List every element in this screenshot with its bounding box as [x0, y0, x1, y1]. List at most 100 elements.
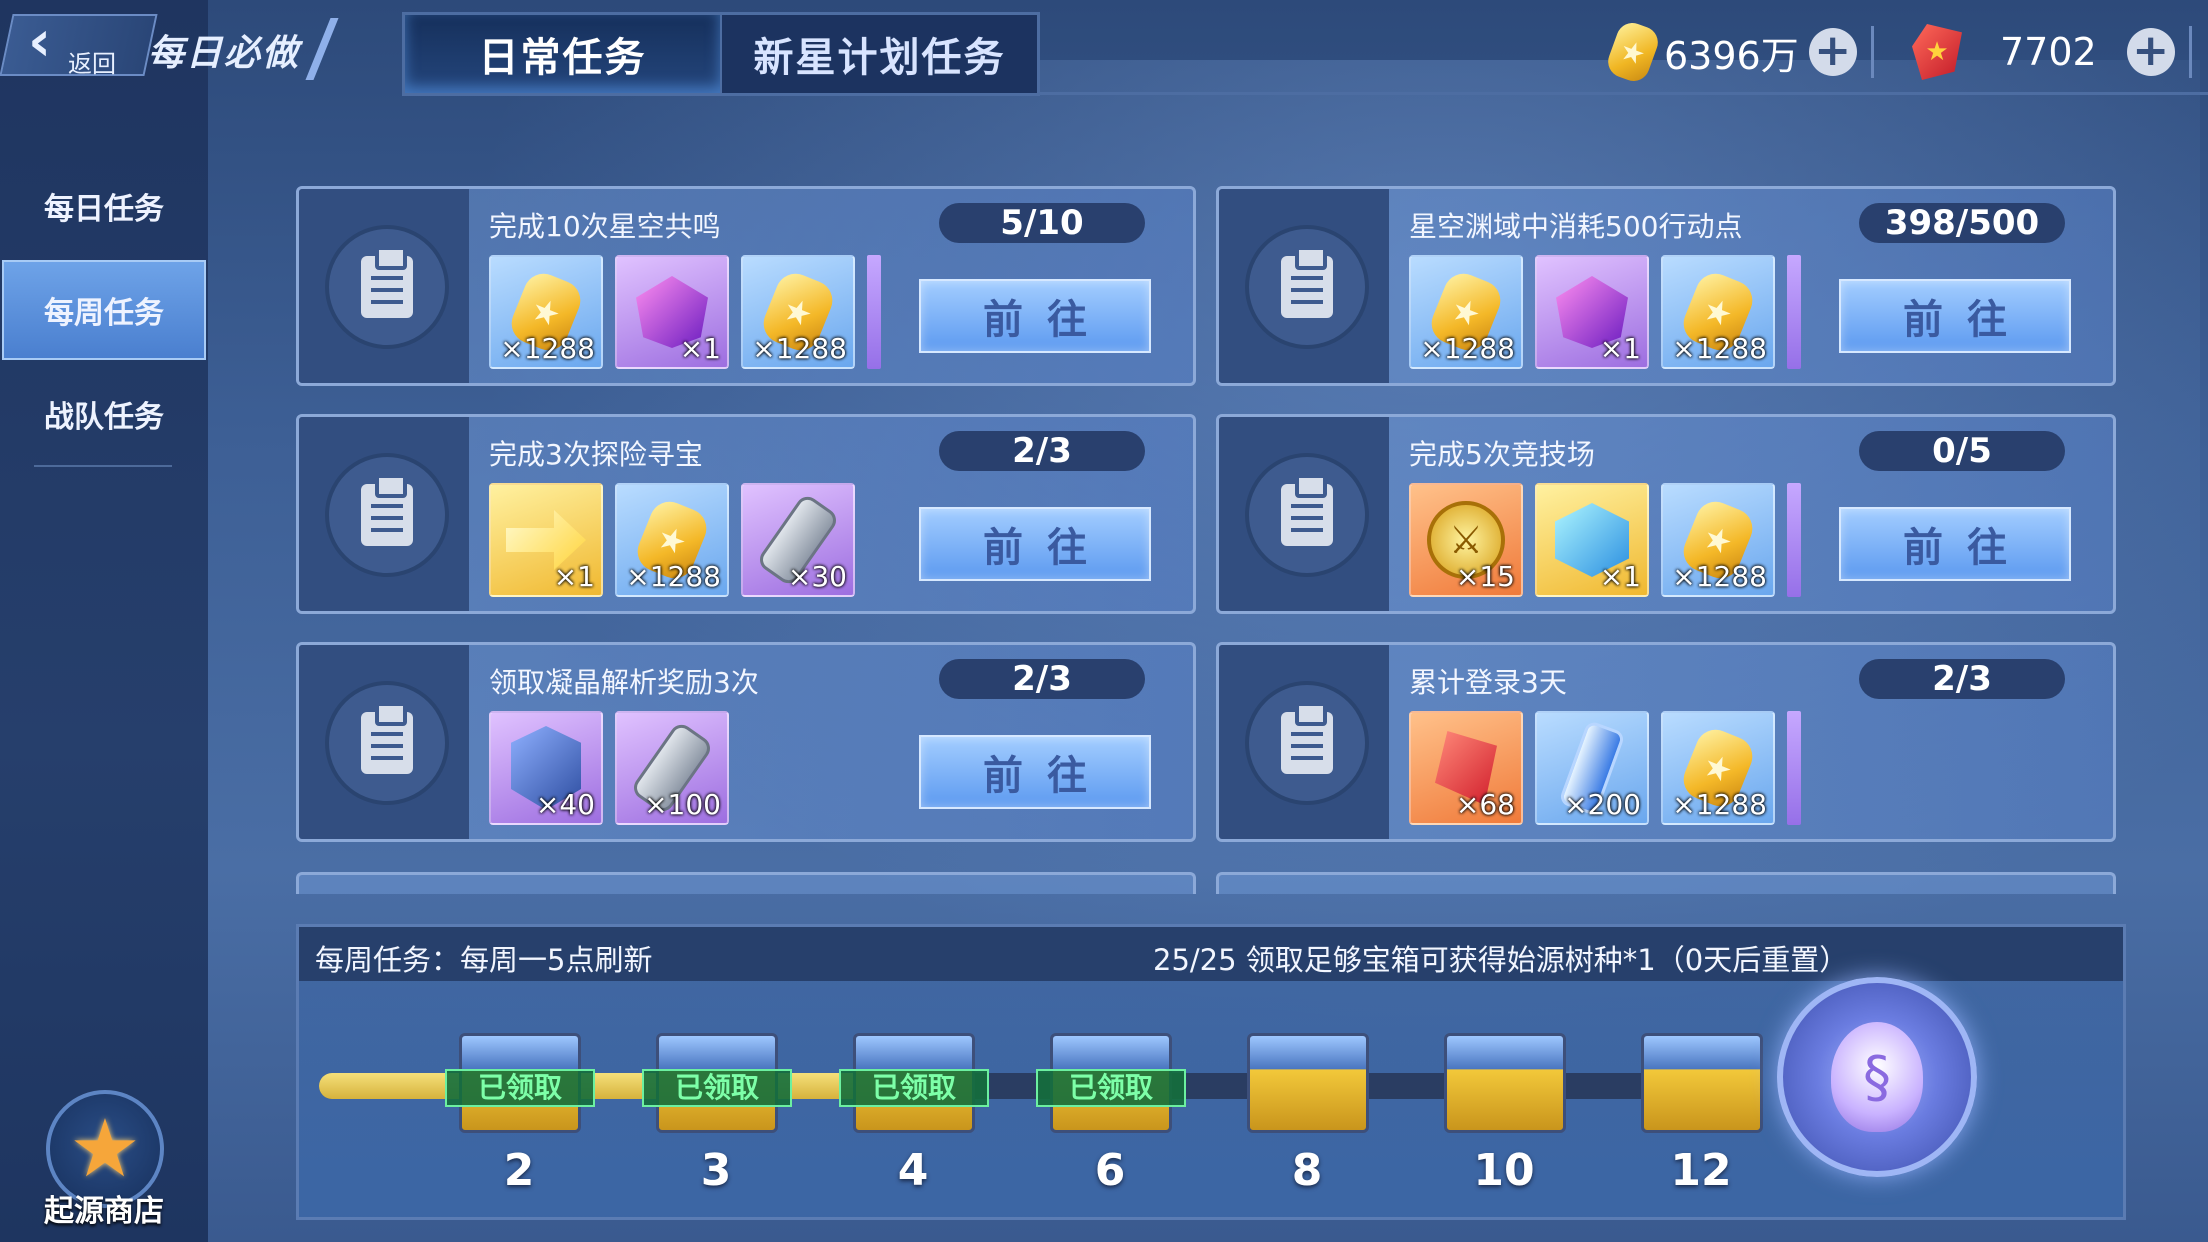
reward-item[interactable]: ★ ×1288 — [489, 255, 603, 369]
reward-item[interactable]: ★ ×1288 — [1409, 255, 1523, 369]
reward-item[interactable]: ×1 — [1535, 255, 1649, 369]
reward-item[interactable]: ★ ×1288 — [741, 255, 855, 369]
chest-threshold: 8 — [1291, 1145, 1323, 1196]
task-progress: 2/3 — [939, 659, 1145, 699]
reward-item[interactable]: ×1 — [1535, 483, 1649, 597]
chest-threshold: 12 — [1670, 1145, 1732, 1196]
claimed-badge: 已领取 — [839, 1069, 989, 1107]
claimed-badge: 已领取 — [445, 1069, 595, 1107]
tab-nova-plan-tasks[interactable]: 新星计划任务 — [720, 15, 1037, 93]
task-title: 完成3次探险寻宝 — [489, 438, 703, 471]
reward-item[interactable]: ×1 — [489, 483, 603, 597]
reward-chest[interactable]: 12 — [1631, 1027, 1771, 1197]
currency-separator — [1870, 26, 1874, 78]
gold-currency: ★ 6396万 + — [1603, 18, 1874, 86]
clipboard-icon — [1281, 246, 1333, 318]
task-rewards: ⚔ ×15 ×1 ★ ×1288 — [1409, 483, 1775, 597]
chest-threshold: 4 — [897, 1145, 929, 1196]
sidebar-item-team[interactable]: 战队任务 — [0, 364, 208, 464]
reward-qty: ×1288 — [1672, 560, 1767, 593]
goto-button[interactable]: 前往 — [919, 279, 1151, 353]
reward-chest[interactable]: 已领取 4 — [839, 1027, 989, 1197]
task-icon-panel — [1219, 189, 1389, 383]
task-card: 星空渊域中消耗500行动点 398/500 ★ ×1288 ×1 ★ ×1288 前… — [1216, 186, 2116, 386]
reward-qty: ×15 — [1455, 560, 1515, 593]
clipboard-icon — [1281, 702, 1333, 774]
add-ruby-button[interactable]: + — [2126, 28, 2175, 76]
clipboard-icon — [361, 474, 413, 546]
clipboard-icon — [361, 702, 413, 774]
task-icon-panel — [1219, 417, 1389, 611]
reward-qty: ×1288 — [626, 560, 721, 593]
task-card: 累计登录3天 2/3 ×68 ×200 ★ ×1288 — [1216, 642, 2116, 842]
reward-item[interactable]: ⚔ ×15 — [1409, 483, 1523, 597]
gold-coin-icon: ★ — [1603, 18, 1663, 86]
reward-qty: ×1288 — [500, 332, 595, 365]
goto-button[interactable]: 前往 — [1839, 507, 2071, 581]
chest-threshold: 2 — [503, 1145, 535, 1196]
reward-qty: ×1288 — [1672, 788, 1767, 821]
refresh-note: 每周任务：每周一5点刷新 — [315, 943, 653, 977]
task-icon-panel — [1219, 645, 1389, 839]
chest-note: 25/25 领取足够宝箱可获得始源树种*1（0天后重置） — [1153, 943, 1849, 977]
task-card-peek — [296, 872, 1196, 894]
task-icon-ring — [325, 681, 449, 805]
reward-chest[interactable]: 已领取 3 — [642, 1027, 792, 1197]
reward-chest[interactable]: 10 — [1434, 1027, 1574, 1197]
task-rewards: ×1 ★ ×1288 ×30 — [489, 483, 855, 597]
reward-item[interactable]: ×30 — [741, 483, 855, 597]
task-rewards: ★ ×1288 ×1 ★ ×1288 — [1409, 255, 1775, 369]
task-title: 领取凝晶解析奖励3次 — [489, 666, 759, 699]
task-progress: 5/10 — [939, 203, 1145, 243]
treasure-chest-icon — [1247, 1033, 1369, 1133]
rewards-scroll-hint — [867, 255, 881, 369]
goto-button[interactable]: 前往 — [1839, 279, 2071, 353]
tab-daily-tasks[interactable]: 日常任务 — [405, 15, 720, 93]
final-reward-button[interactable]: § — [1777, 977, 1977, 1177]
task-card: 领取凝晶解析奖励3次 2/3 ×40 ×100 前往 — [296, 642, 1196, 842]
reward-qty: ×1 — [679, 332, 721, 365]
task-icon-ring — [1245, 453, 1369, 577]
task-tabs: 日常任务 新星计划任务 — [402, 12, 1040, 96]
rewards-scroll-hint — [1787, 483, 1801, 597]
task-progress: 2/3 — [939, 431, 1145, 471]
goto-button[interactable]: 前往 — [919, 735, 1151, 809]
reward-item[interactable]: ×200 — [1535, 711, 1649, 825]
reward-chest[interactable]: 8 — [1237, 1027, 1377, 1197]
task-rewards: ×40 ×100 — [489, 711, 729, 825]
reward-item[interactable]: ×100 — [615, 711, 729, 825]
reward-item[interactable]: ★ ×1288 — [1661, 711, 1775, 825]
chest-threshold: 6 — [1094, 1145, 1126, 1196]
sidebar-item-daily[interactable]: 每日任务 — [0, 156, 208, 256]
reward-item[interactable]: ×68 — [1409, 711, 1523, 825]
ruby-currency: ★ 7702 + — [1912, 22, 2192, 82]
currency-separator — [2188, 26, 2192, 78]
goto-button[interactable]: 前往 — [919, 507, 1151, 581]
add-gold-button[interactable]: + — [1808, 28, 1857, 76]
task-icon-panel — [299, 417, 469, 611]
reward-chest[interactable]: 已领取 6 — [1036, 1027, 1186, 1197]
task-title: 完成10次星空共鸣 — [489, 210, 721, 243]
task-icon-ring — [325, 225, 449, 349]
origin-tree-seed-icon: § — [1831, 1022, 1923, 1132]
task-title: 星空渊域中消耗500行动点 — [1409, 210, 1743, 243]
reward-item[interactable]: ★ ×1288 — [615, 483, 729, 597]
reward-item[interactable]: ★ ×1288 — [1661, 255, 1775, 369]
task-title: 累计登录3天 — [1409, 666, 1567, 699]
reward-qty: ×1 — [553, 560, 595, 593]
reward-chest[interactable]: 已领取 2 — [445, 1027, 595, 1197]
header-back-area: ‹ 返回 每日必做 — [0, 0, 345, 90]
clipboard-icon — [361, 246, 413, 318]
reward-item[interactable]: ×1 — [615, 255, 729, 369]
origin-shop-button[interactable]: ★ 起源商店 — [30, 1090, 180, 1230]
task-card-peek — [1216, 872, 2116, 894]
page-title: 每日必做 — [148, 33, 301, 74]
ruby-amount: 7702 — [2000, 30, 2097, 74]
reward-qty: ×100 — [644, 788, 721, 821]
reward-item[interactable]: ★ ×1288 — [1661, 483, 1775, 597]
reward-qty: ×1288 — [1420, 332, 1515, 365]
task-icon-panel — [299, 189, 469, 383]
rewards-scroll-hint — [1787, 255, 1801, 369]
reward-item[interactable]: ×40 — [489, 711, 603, 825]
sidebar-item-weekly[interactable]: 每周任务 — [2, 260, 206, 360]
